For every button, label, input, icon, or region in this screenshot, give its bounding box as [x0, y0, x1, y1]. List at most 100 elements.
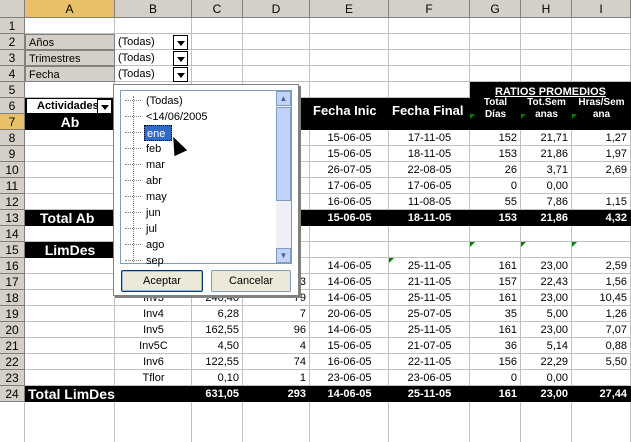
popup-item[interactable]: sep [144, 253, 264, 269]
cell-e[interactable]: 17-06-05 [310, 178, 389, 194]
cell-c[interactable]: 631,05 [192, 386, 243, 402]
cell-i[interactable]: 1,15 [572, 194, 631, 210]
cell-g[interactable]: 161 [470, 290, 521, 306]
row-header-5[interactable]: 5 [0, 82, 25, 98]
column-header-i[interactable]: I [572, 0, 631, 18]
cell-e[interactable]: 14-06-05 [310, 274, 389, 290]
cell-g[interactable]: 35 [470, 306, 521, 322]
row-header-1[interactable]: 1 [0, 18, 25, 34]
cell-g[interactable]: 161 [470, 322, 521, 338]
row-header-18[interactable]: 18 [0, 290, 25, 306]
row-header-6[interactable]: 6 [0, 98, 25, 114]
popup-item[interactable]: jun [144, 205, 264, 221]
cell-h[interactable]: 5,00 [521, 306, 572, 322]
filter-dropdown-button[interactable] [173, 51, 188, 66]
cell-e[interactable]: 14-06-05 [310, 386, 389, 402]
cell-b[interactable]: Inv5 [115, 322, 192, 338]
cell-f[interactable]: 25-11-05 [389, 258, 470, 274]
cell-g[interactable]: 26 [470, 162, 521, 178]
row-header-15[interactable]: 15 [0, 242, 25, 258]
row-header-12[interactable]: 12 [0, 194, 25, 210]
cell-e[interactable]: 23-06-05 [310, 370, 389, 386]
popup-item[interactable]: may [144, 189, 264, 205]
cell-i[interactable]: 1,27 [572, 130, 631, 146]
cell-b[interactable]: Inv5C [115, 338, 192, 354]
row-header-23[interactable]: 23 [0, 370, 25, 386]
cell-c[interactable]: 4,50 [192, 338, 243, 354]
cell-c[interactable]: 122,55 [192, 354, 243, 370]
cell-i[interactable]: 7,07 [572, 322, 631, 338]
total-limdes-label[interactable]: Total LimDes [25, 386, 195, 402]
popup-item[interactable]: feb [144, 141, 264, 157]
row-header-3[interactable]: 3 [0, 50, 25, 66]
cell-h[interactable]: 21,86 [521, 146, 572, 162]
corner-select-all[interactable] [0, 0, 25, 18]
cell-i[interactable]: 5,50 [572, 354, 631, 370]
cell-h[interactable]: 22,29 [521, 354, 572, 370]
row-header-11[interactable]: 11 [0, 178, 25, 194]
cell-h[interactable]: 23,00 [521, 258, 572, 274]
cell-f[interactable]: 11-08-05 [389, 194, 470, 210]
cell-f[interactable]: 17-11-05 [389, 130, 470, 146]
popup-item[interactable]: abr [144, 173, 264, 189]
group-ab-label[interactable]: Ab [25, 114, 115, 130]
row-header-16[interactable]: 16 [0, 258, 25, 274]
row-header-9[interactable]: 9 [0, 146, 25, 162]
cancelar-button[interactable]: Cancelar [211, 270, 291, 292]
cell-i[interactable]: 0,88 [572, 338, 631, 354]
cell-e[interactable]: 14-06-05 [310, 258, 389, 274]
cell-h[interactable]: 5,14 [521, 338, 572, 354]
cell-i[interactable]: 4,32 [572, 210, 631, 226]
cell-i[interactable]: 10,45 [572, 290, 631, 306]
cell-h[interactable]: 0,00 [521, 178, 572, 194]
cell-g[interactable]: 153 [470, 146, 521, 162]
filter-dropdown-button[interactable] [173, 67, 188, 82]
cell-f[interactable]: 22-08-05 [389, 162, 470, 178]
cell-c[interactable]: 0,10 [192, 370, 243, 386]
cell-d[interactable]: 4 [243, 338, 310, 354]
filter-dropdown-button[interactable] [173, 35, 188, 50]
cell-b[interactable]: Inv6 [115, 354, 192, 370]
cell-i[interactable]: 1,26 [572, 306, 631, 322]
spreadsheet[interactable]: A B C D E F G H I 1 2 3 4 5 6 7 8 9 10 11 12 13 14 15 16 17 18 19 20… [0, 0, 631, 442]
cell-h[interactable]: 0,00 [521, 370, 572, 386]
column-header-f[interactable]: F [389, 0, 470, 18]
cell-e[interactable]: 15-06-05 [310, 210, 389, 226]
row-header-20[interactable]: 20 [0, 322, 25, 338]
column-header-h[interactable]: H [521, 0, 572, 18]
cell-f[interactable]: 18-11-05 [389, 146, 470, 162]
row-header-8[interactable]: 8 [0, 130, 25, 146]
cell-f[interactable]: 25-11-05 [389, 290, 470, 306]
filter-value[interactable]: (Todas) [115, 34, 175, 50]
cell-b[interactable]: Tflor [115, 370, 192, 386]
filter-value[interactable]: (Todas) [115, 50, 175, 66]
cell-g[interactable]: 153 [470, 210, 521, 226]
cell-h[interactable]: 3,71 [521, 162, 572, 178]
row-header-17[interactable]: 17 [0, 274, 25, 290]
cell-h[interactable]: 21,86 [521, 210, 572, 226]
cell-f[interactable]: 25-07-05 [389, 306, 470, 322]
cell-f[interactable]: 21-07-05 [389, 338, 470, 354]
popup-item[interactable]: jul [144, 221, 264, 237]
row-header-14[interactable]: 14 [0, 226, 25, 242]
cell-e[interactable]: 15-06-05 [310, 338, 389, 354]
cell-d[interactable]: 7 [243, 306, 310, 322]
row-header-4[interactable]: 4 [0, 66, 25, 82]
cell-e[interactable]: 16-06-05 [310, 354, 389, 370]
cell-g[interactable]: 161 [470, 386, 521, 402]
cell-i[interactable]: 27,44 [572, 386, 631, 402]
cell-f[interactable]: 17-06-05 [389, 178, 470, 194]
column-header-e[interactable]: E [310, 0, 389, 18]
cell-f[interactable]: 23-06-05 [389, 370, 470, 386]
cell-d[interactable]: 74 [243, 354, 310, 370]
cell-f[interactable]: 22-11-05 [389, 354, 470, 370]
cell-h[interactable]: 21,71 [521, 130, 572, 146]
cell-i[interactable]: 2,69 [572, 162, 631, 178]
cell-c[interactable]: 162,55 [192, 322, 243, 338]
cell-i[interactable]: 1,56 [572, 274, 631, 290]
row-header-13[interactable]: 13 [0, 210, 25, 226]
cell-g[interactable]: 161 [470, 258, 521, 274]
cell-g[interactable]: 0 [470, 178, 521, 194]
row-header-24[interactable]: 24 [0, 386, 25, 402]
scroll-down-icon[interactable]: ▼ [276, 248, 291, 263]
